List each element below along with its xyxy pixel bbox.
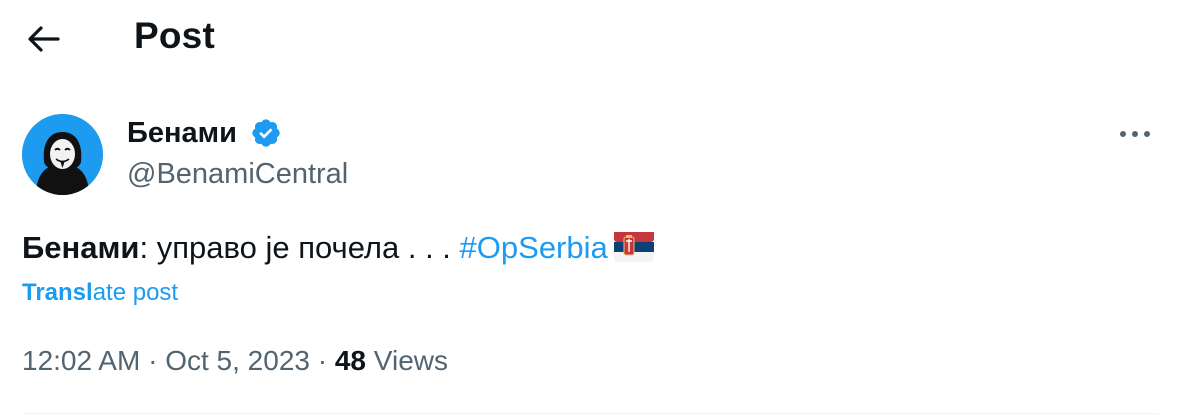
- anonymous-mask-icon: [22, 114, 103, 195]
- post-text: Бенами: управо је почела . . . #OpSerbia: [22, 228, 654, 272]
- hashtag-link[interactable]: #OpSerbia: [460, 230, 608, 265]
- post-date[interactable]: Oct 5, 2023: [165, 345, 310, 376]
- more-options-button[interactable]: [1116, 118, 1154, 150]
- post-separator: :: [139, 230, 149, 265]
- translate-post-link[interactable]: Translate post: [22, 279, 178, 307]
- post-author-prefix: Бенами: [22, 230, 140, 265]
- back-arrow-icon: [28, 26, 60, 52]
- avatar[interactable]: [22, 114, 103, 195]
- post-body: управо је почела . . .: [148, 230, 460, 265]
- divider: [22, 413, 1158, 414]
- translate-label-part1: Transl: [22, 279, 93, 306]
- serbia-flag-icon: [613, 232, 654, 272]
- verified-badge-icon[interactable]: [250, 117, 282, 149]
- post-time[interactable]: 12:02 AM: [22, 345, 140, 376]
- back-button[interactable]: [22, 18, 64, 60]
- author-handle[interactable]: @BenamiCentral: [127, 158, 348, 191]
- page-title: Post: [134, 15, 215, 56]
- post-metadata: 12:02 AM · Oct 5, 2023 · 48 Views: [22, 345, 448, 377]
- views-label[interactable]: Views: [374, 345, 448, 376]
- meta-separator: ·: [317, 345, 328, 376]
- meta-separator: ·: [148, 345, 158, 376]
- header-bar: Post: [0, 0, 1182, 78]
- author-display-name[interactable]: Бенами: [127, 117, 237, 150]
- translate-label-part2: ate post: [92, 279, 179, 306]
- more-icon: [1120, 131, 1150, 137]
- views-count[interactable]: 48: [335, 345, 366, 376]
